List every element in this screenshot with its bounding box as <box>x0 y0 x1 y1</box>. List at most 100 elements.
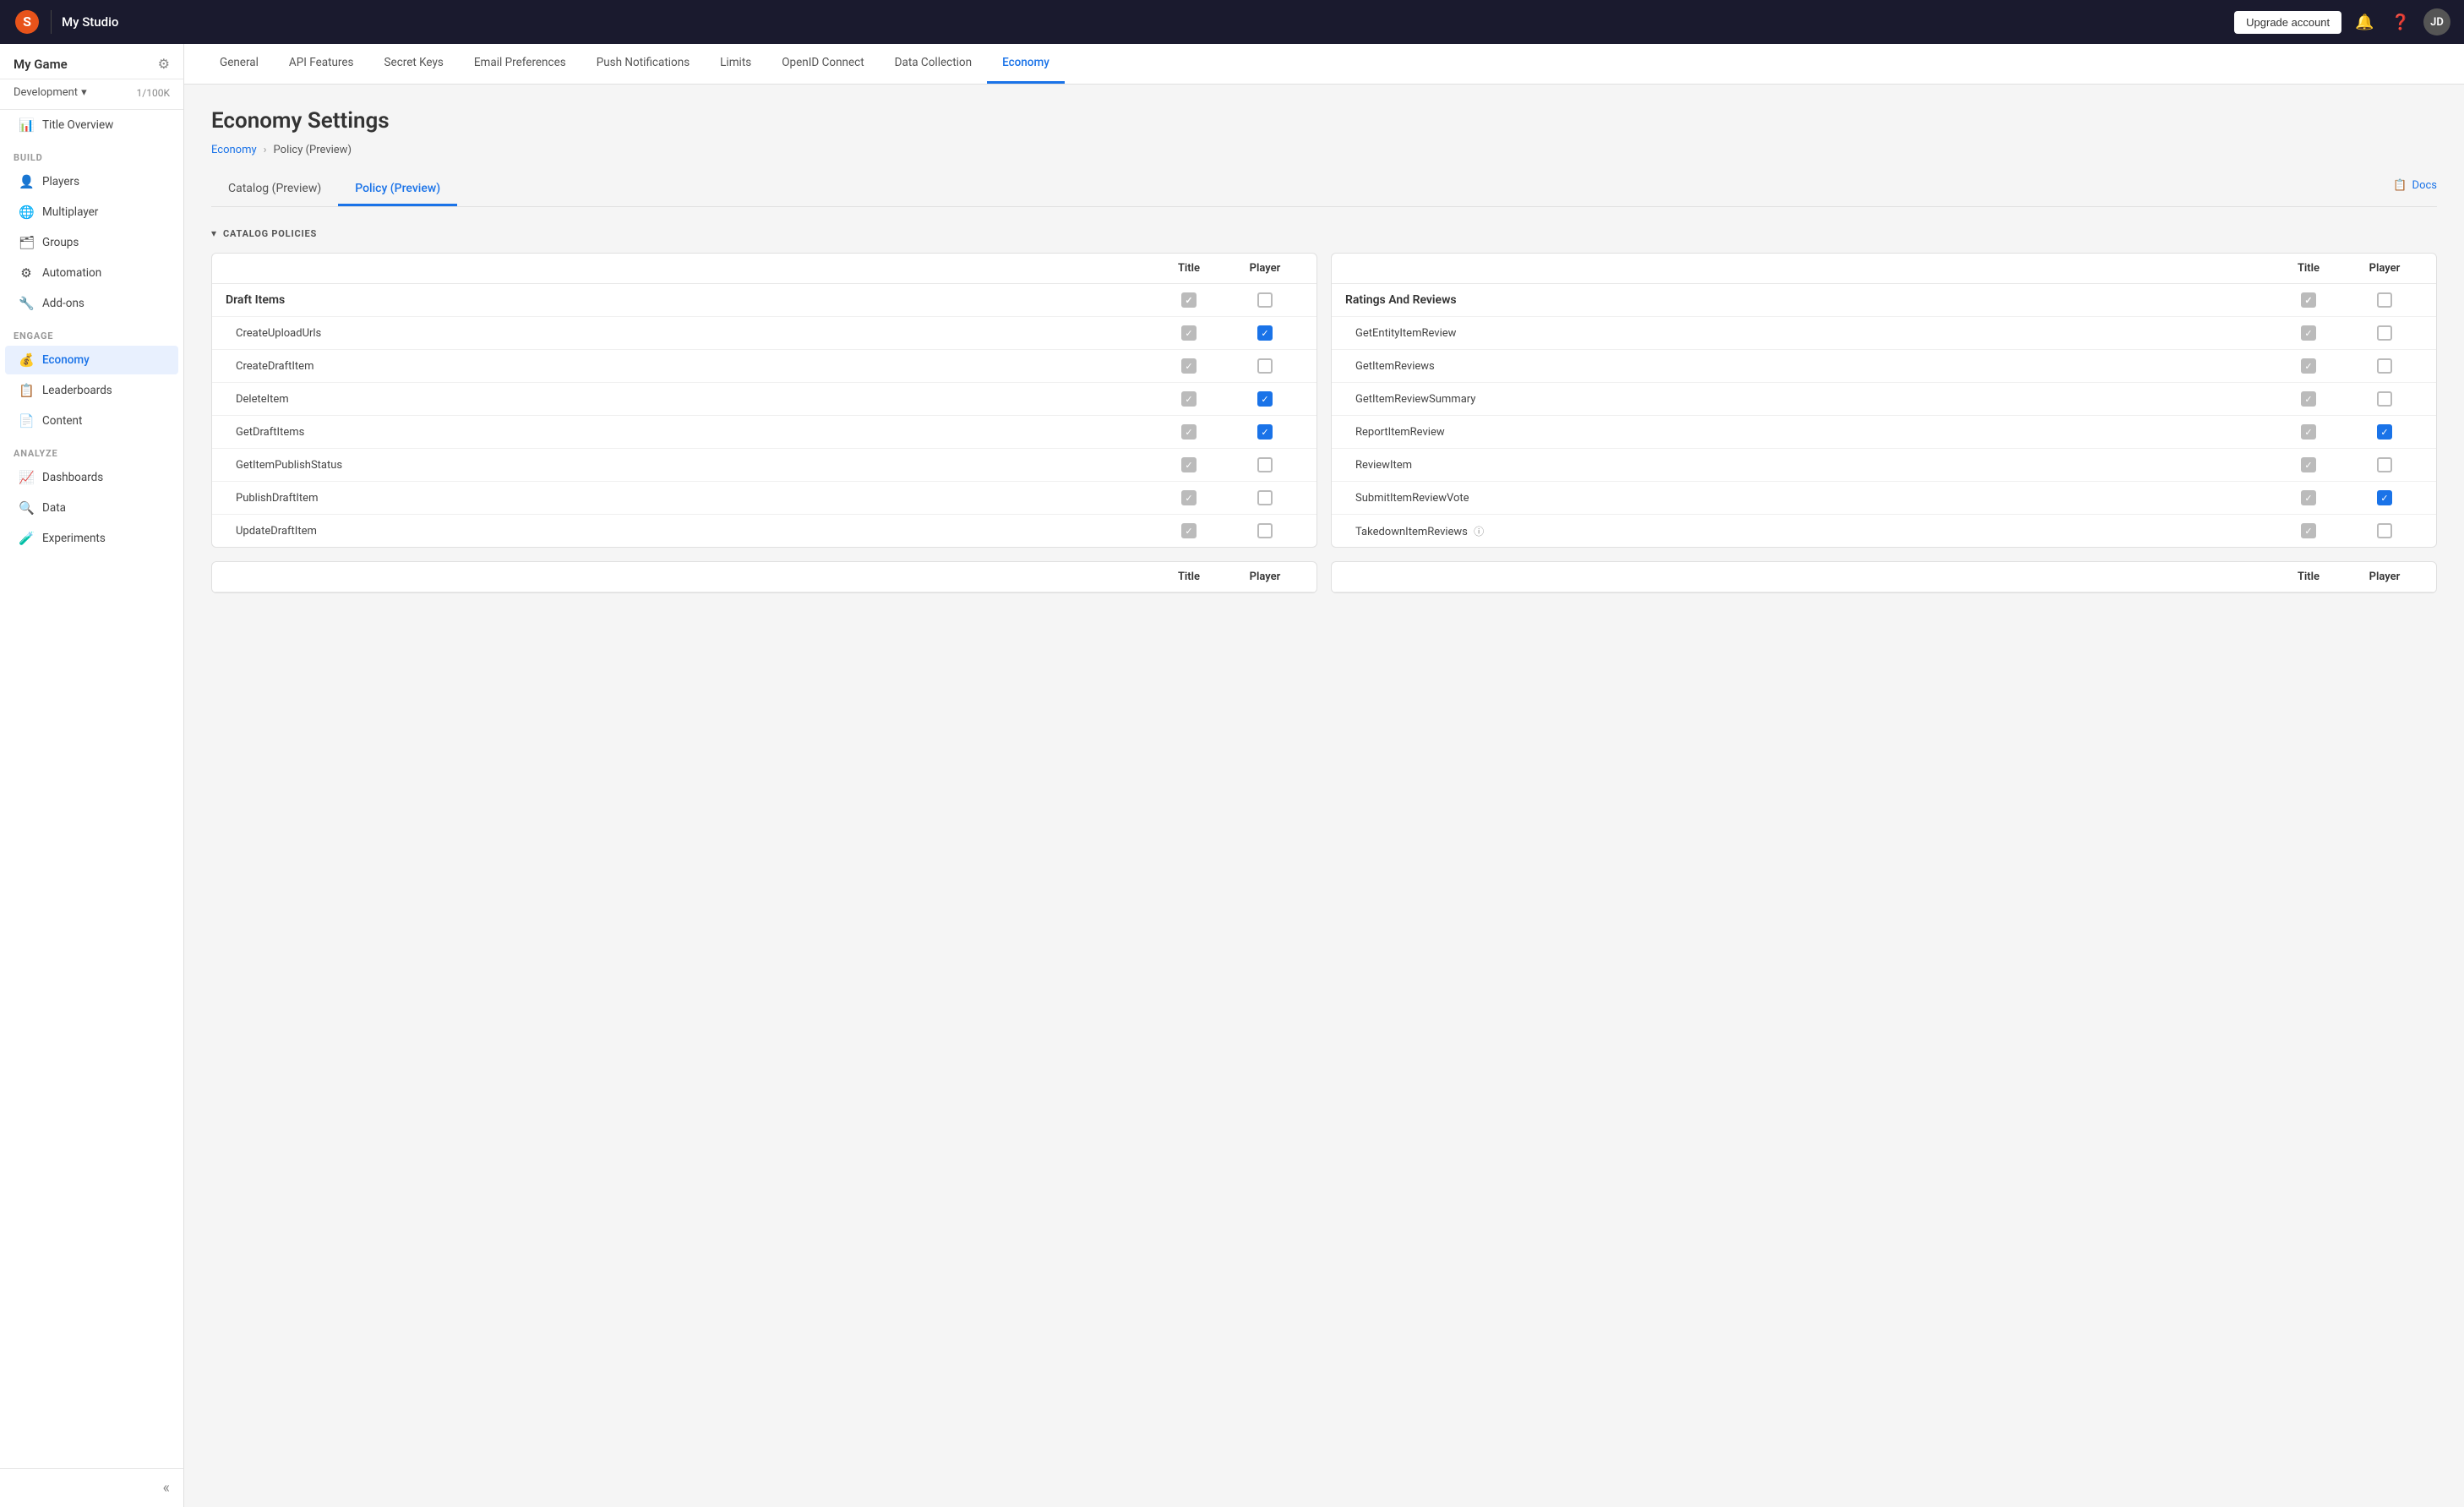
tab-api-features[interactable]: API Features <box>274 44 369 84</box>
group-title-check <box>1151 292 1227 308</box>
sidebar-item-content[interactable]: 📄 Content <box>5 407 178 435</box>
economy-icon: 💰 <box>19 352 34 368</box>
section-collapse-icon[interactable]: ▾ <box>211 227 216 239</box>
tab-openid-connect[interactable]: OpenID Connect <box>766 44 879 84</box>
table-row: GetItemReviewSummary <box>1332 383 2436 416</box>
checkbox-empty[interactable] <box>2377 292 2392 308</box>
environment-label: Development <box>14 86 78 99</box>
sidebar-item-dashboards[interactable]: 📈 Dashboards <box>5 463 178 492</box>
checkbox-empty[interactable] <box>2377 523 2392 538</box>
checkbox-gray[interactable] <box>1181 424 1197 440</box>
checkbox-gray[interactable] <box>2301 457 2316 472</box>
row-label: TakedownItemReviews ⓘ <box>1355 524 2270 538</box>
sidebar-item-label: Players <box>42 175 79 188</box>
settings-icon[interactable]: ⚙ <box>158 56 170 72</box>
sub-tab-policy-preview[interactable]: Policy (Preview) <box>338 173 457 206</box>
checkbox-gray[interactable] <box>1181 325 1197 341</box>
sidebar-item-data[interactable]: 🔍 Data <box>5 494 178 522</box>
bottom-right-header: Title Player <box>1332 562 2436 592</box>
checkbox-empty[interactable] <box>2377 325 2392 341</box>
sidebar-section-build: Build <box>0 140 183 167</box>
table-row: Ratings And Reviews <box>1332 284 2436 317</box>
sub-tab-navigation: Catalog (Preview) Policy (Preview) 📋 Doc… <box>211 173 2437 207</box>
row-label: SubmitItemReviewVote <box>1355 492 2270 505</box>
breadcrumb: Economy › Policy (Preview) <box>211 144 2437 156</box>
sidebar-item-label: Multiplayer <box>42 205 98 219</box>
checkbox-blue[interactable] <box>1257 325 1273 341</box>
row-label: CreateDraftItem <box>236 360 1151 373</box>
svg-text:S: S <box>23 14 31 30</box>
checkbox-empty[interactable] <box>2377 358 2392 374</box>
row-label: ReviewItem <box>1355 459 2270 472</box>
left-header-name <box>226 262 1151 275</box>
checkbox-gray[interactable] <box>2301 325 2316 341</box>
tab-general[interactable]: General <box>204 44 274 84</box>
checkbox-blue[interactable] <box>1257 424 1273 440</box>
docs-icon: 📋 <box>2393 179 2407 192</box>
env-count: 1/100K <box>137 87 170 99</box>
row-label: DeleteItem <box>236 393 1151 406</box>
checkbox-gray[interactable] <box>2301 292 2316 308</box>
checkbox-empty[interactable] <box>1257 457 1273 472</box>
sidebar-item-economy[interactable]: 💰 Economy <box>5 346 178 374</box>
breadcrumb-parent[interactable]: Economy <box>211 144 257 156</box>
tab-data-collection[interactable]: Data Collection <box>880 44 987 84</box>
info-icon[interactable]: ⓘ <box>1474 524 1484 538</box>
sidebar-item-multiplayer[interactable]: 🌐 Multiplayer <box>5 198 178 227</box>
checkbox-gray[interactable] <box>2301 523 2316 538</box>
right-header-player: Player <box>2347 262 2423 275</box>
checkbox-blue[interactable] <box>2377 490 2392 505</box>
user-avatar[interactable]: JD <box>2423 8 2450 35</box>
docs-button[interactable]: 📋 Docs <box>2393 173 2437 206</box>
checkbox-gray[interactable] <box>2301 358 2316 374</box>
checkbox-empty[interactable] <box>2377 391 2392 407</box>
checkbox-gray[interactable] <box>2301 490 2316 505</box>
checkbox-gray[interactable] <box>1181 292 1197 308</box>
checkbox-blue[interactable] <box>1257 391 1273 407</box>
table-row: GetDraftItems <box>212 416 1316 449</box>
checkbox-empty[interactable] <box>2377 457 2392 472</box>
sidebar-item-title-overview[interactable]: 📊 Title Overview <box>5 111 178 139</box>
sidebar-item-automation[interactable]: ⚙ Automation <box>5 259 178 287</box>
tab-email-preferences[interactable]: Email Preferences <box>459 44 581 84</box>
help-icon[interactable]: ❓ <box>2388 10 2413 35</box>
checkbox-gray[interactable] <box>1181 490 1197 505</box>
environment-dropdown[interactable]: Development ▾ <box>14 86 87 99</box>
sidebar-item-leaderboards[interactable]: 📋 Leaderboards <box>5 376 178 405</box>
checkbox-gray[interactable] <box>2301 391 2316 407</box>
checkbox-gray[interactable] <box>1181 358 1197 374</box>
sidebar-collapse-button[interactable]: « <box>0 1468 183 1507</box>
checkbox-blue[interactable] <box>2377 424 2392 440</box>
table-row: GetItemPublishStatus <box>212 449 1316 482</box>
checkbox-gray[interactable] <box>1181 391 1197 407</box>
checkbox-empty[interactable] <box>1257 292 1273 308</box>
tab-limits[interactable]: Limits <box>705 44 766 84</box>
sidebar-item-groups[interactable]: 🗂 Groups <box>5 228 178 257</box>
checkbox-empty[interactable] <box>1257 358 1273 374</box>
sidebar-item-addons[interactable]: 🔧 Add-ons <box>5 289 178 318</box>
bottom-right-table: Title Player <box>1331 561 2437 593</box>
bottom-right-player: Player <box>2347 571 2423 583</box>
notifications-icon[interactable]: 🔔 <box>2352 10 2377 35</box>
sidebar-item-experiments[interactable]: 🧪 Experiments <box>5 524 178 553</box>
row-label: GetItemPublishStatus <box>236 459 1151 472</box>
multiplayer-icon: 🌐 <box>19 205 34 220</box>
left-header-player: Player <box>1227 262 1303 275</box>
checkbox-gray[interactable] <box>2301 424 2316 440</box>
row-label: UpdateDraftItem <box>236 525 1151 538</box>
tab-secret-keys[interactable]: Secret Keys <box>369 44 459 84</box>
sub-tab-catalog-preview[interactable]: Catalog (Preview) <box>211 173 338 206</box>
tab-economy[interactable]: Economy <box>987 44 1065 84</box>
sidebar-item-players[interactable]: 👤 Players <box>5 167 178 196</box>
upgrade-account-button[interactable]: Upgrade account <box>2234 11 2341 34</box>
checkbox-empty[interactable] <box>1257 490 1273 505</box>
checkbox-gray[interactable] <box>1181 457 1197 472</box>
checkbox-empty[interactable] <box>1257 523 1273 538</box>
checkbox-gray[interactable] <box>1181 523 1197 538</box>
right-header-title: Title <box>2270 262 2347 275</box>
policy-grid-bottom: Title Player Title Player <box>211 561 2437 593</box>
tab-push-notifications[interactable]: Push Notifications <box>581 44 705 84</box>
page-title: Economy Settings <box>211 108 2437 134</box>
bottom-left-table: Title Player <box>211 561 1317 593</box>
left-policy-table: Title Player Draft Items <box>211 253 1317 548</box>
